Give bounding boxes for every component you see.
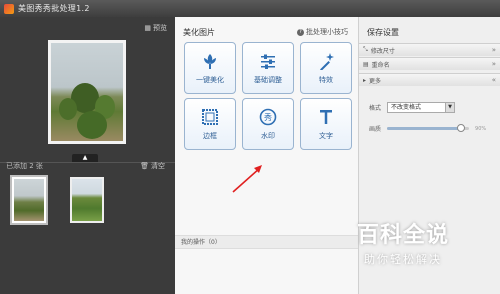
quality-row: 画质 90% — [369, 124, 495, 133]
preview-image-frame — [48, 40, 126, 144]
tool-label: 边框 — [203, 132, 217, 140]
more-icon: ▸ — [363, 76, 367, 84]
quality-value: 90% — [475, 125, 487, 132]
tips-label: 批处理小技巧 — [306, 28, 348, 36]
tool-label: 基础调整 — [254, 76, 282, 84]
red-arrow-annotation — [232, 165, 262, 193]
thumbnail-1[interactable] — [10, 175, 48, 225]
rename-icon: ▤ — [363, 60, 369, 68]
trash-icon: 🗑 — [140, 162, 149, 170]
section-label: 更多 — [369, 77, 382, 85]
quality-slider-handle[interactable] — [456, 124, 465, 132]
center-panel: 美化图片 ? 批处理小技巧 一键美化 基础调整 特效 边框 秀 水印 文字 我的… — [175, 17, 358, 294]
flower-icon — [200, 51, 220, 71]
tool-one-click-beautify[interactable]: 一键美化 — [184, 42, 236, 94]
quality-label: 画质 — [369, 126, 382, 133]
quality-slider[interactable] — [387, 124, 470, 132]
thumbnail-2[interactable] — [70, 177, 104, 223]
my-operations-bar: 我的操作（0） — [175, 235, 358, 249]
section-label: 重命名 — [371, 61, 390, 69]
frame-icon — [200, 107, 220, 127]
tool-label: 水印 — [261, 132, 275, 140]
tool-label: 一键美化 — [196, 76, 224, 84]
preview-image — [51, 43, 123, 141]
magic-wand-icon — [316, 51, 336, 71]
tool-label: 特效 — [319, 76, 333, 84]
chevron-down-icon: » — [491, 46, 496, 54]
title-bar: 美图秀秀批处理1.2 — [0, 0, 500, 17]
sliders-icon — [258, 51, 278, 71]
save-settings-title: 保存设置 — [367, 28, 399, 37]
text-icon — [316, 107, 336, 127]
format-select[interactable]: 不改变格式 ▼ — [387, 102, 456, 113]
section-rename[interactable]: ▤ 重命名 » — [359, 57, 500, 70]
format-value: 不改变格式 — [391, 104, 422, 111]
collapse-handle[interactable]: ▲ — [72, 154, 98, 162]
window-title: 美图秀秀批处理1.2 — [18, 4, 90, 13]
chevron-up-icon: « — [491, 76, 496, 84]
app-logo-icon — [4, 3, 14, 14]
beautify-title: 美化图片 — [183, 28, 215, 37]
watermark-icon: 秀 — [258, 107, 278, 127]
tool-text[interactable]: 文字 — [300, 98, 352, 150]
tool-watermark[interactable]: 秀 水印 — [242, 98, 294, 150]
clear-label: 清空 — [151, 162, 165, 170]
tool-label: 文字 — [319, 132, 333, 140]
quality-slider-fill — [387, 127, 461, 130]
tool-effects[interactable]: 特效 — [300, 42, 352, 94]
help-icon: ? — [297, 28, 304, 36]
section-resize[interactable]: ⤡ 修改尺寸 » — [359, 43, 500, 56]
watermark-sub-text: 助你轻松解决 — [364, 253, 442, 266]
preview-icon: ▦ — [144, 24, 151, 32]
format-label: 格式 — [369, 105, 382, 112]
section-more[interactable]: ▸ 更多 « — [359, 73, 500, 86]
preview-label: 预览 — [153, 24, 167, 32]
svg-text:秀: 秀 — [264, 112, 272, 122]
section-label: 修改尺寸 — [370, 47, 395, 55]
preview-button[interactable]: ▦ 预览 — [144, 23, 167, 33]
left-panel: ▦ 预览 ▲ 已添加 2 张 🗑 清空 — [0, 17, 175, 294]
clear-button[interactable]: 🗑 清空 — [140, 161, 165, 171]
site-watermark: 百科全说 助你轻松解决 — [343, 212, 463, 272]
chevron-down-icon: » — [491, 60, 496, 68]
tool-frame[interactable]: 边框 — [184, 98, 236, 150]
tool-basic-adjust[interactable]: 基础调整 — [242, 42, 294, 94]
format-row: 格式 不改变格式 ▼ — [369, 102, 456, 113]
tips-link[interactable]: ? 批处理小技巧 — [297, 27, 348, 37]
watermark-main-text: 百科全说 — [356, 223, 449, 248]
resize-icon: ⤡ — [363, 46, 368, 53]
dropdown-icon: ▼ — [445, 103, 455, 112]
added-count: 已添加 2 张 — [6, 162, 43, 170]
